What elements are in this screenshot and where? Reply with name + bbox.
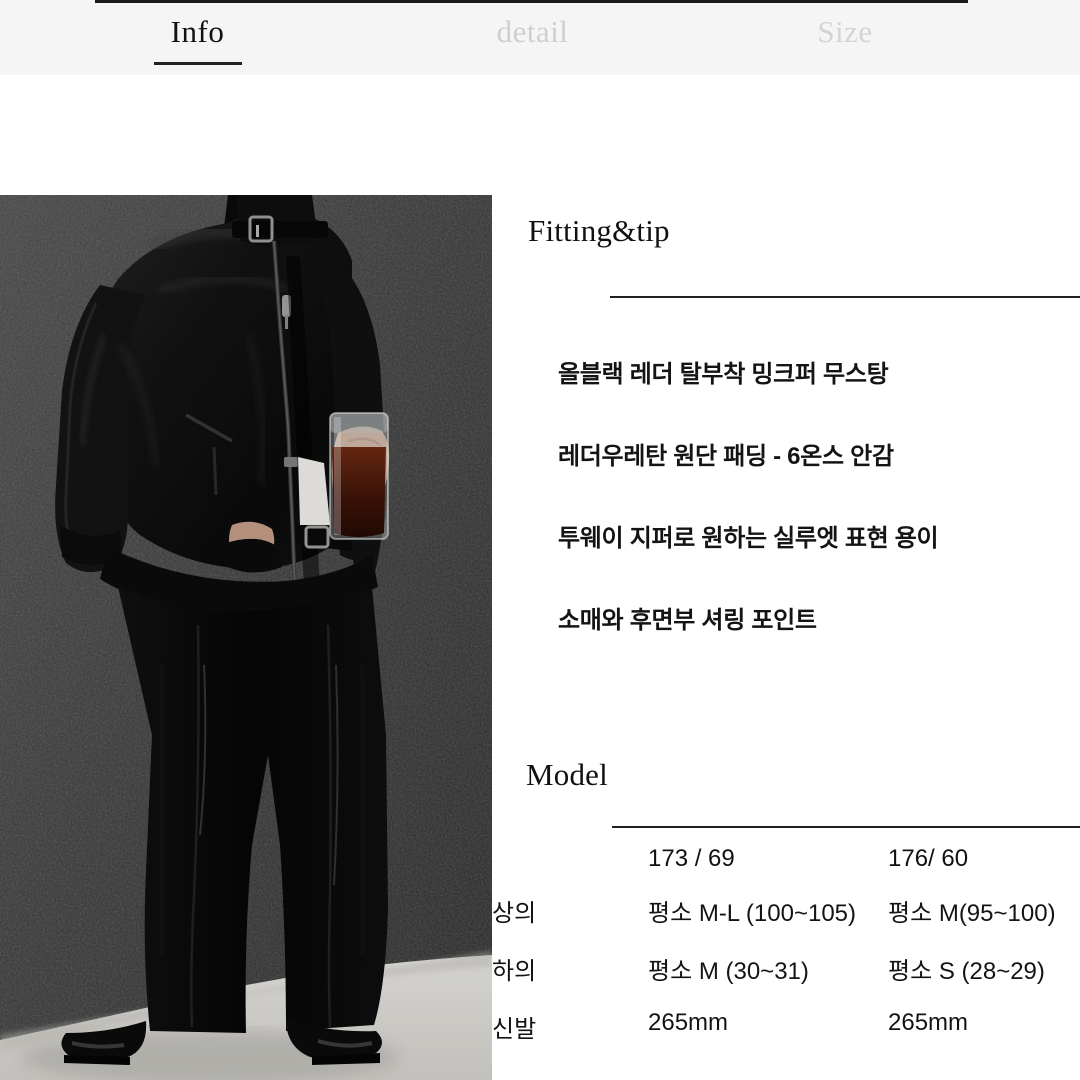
row-value-b: 265mm [888, 1009, 969, 1036]
tab-info-label: Info [170, 14, 225, 49]
row-value-a: 평소 M (30~31) [648, 958, 809, 985]
fitting-tip-line: 레더우레탄 원단 패딩 - 6온스 안감 [558, 443, 894, 470]
table-row: 하의 평소 M (30~31) 평소 S (28~29) [492, 951, 1080, 1009]
fitting-tip-list: 올블랙 레더 탈부착 밍크퍼 무스탕 레더우레탄 원단 패딩 - 6온스 안감 … [558, 360, 1078, 688]
tab-size-label: Size [817, 14, 873, 49]
tab-bar-top-border [95, 0, 968, 3]
row-value-b: 평소 M(95~100) [888, 900, 1056, 927]
row-label: 하의 [492, 958, 537, 985]
product-photo-image [0, 195, 492, 1080]
model-header-blank [492, 845, 648, 893]
tab-detail[interactable]: detail [435, 12, 630, 64]
row-value-a: 평소 M-L (100~105) [648, 900, 857, 927]
tab-active-underline [153, 62, 242, 65]
row-value-b: 평소 S (28~29) [888, 958, 1045, 985]
row-label: 상의 [492, 900, 537, 927]
model-size-table: 173 / 69 176/ 60 상의 평소 M-L (100~105) 평소 … [492, 845, 1080, 1067]
fitting-tip-line: 올블랙 레더 탈부착 밍크퍼 무스탕 [558, 361, 889, 388]
row-label: 신발 [492, 1016, 537, 1043]
tab-size[interactable]: Size [760, 12, 930, 64]
model-header-b: 176/ 60 [888, 845, 969, 872]
table-row: 신발 265mm 265mm [492, 1009, 1080, 1067]
model-header-a: 173 / 69 [648, 845, 735, 872]
tab-info[interactable]: Info [120, 12, 275, 65]
row-value-a: 265mm [648, 1009, 729, 1036]
fitting-tip-line: 투웨이 지퍼로 원하는 실루엣 표현 용이 [558, 525, 939, 552]
tab-bar: Info detail Size [0, 0, 1080, 75]
table-row: 상의 평소 M-L (100~105) 평소 M(95~100) [492, 893, 1080, 951]
fitting-tip-heading: Fitting&tip [528, 213, 670, 248]
fitting-tip-divider [610, 296, 1080, 298]
table-header-row: 173 / 69 176/ 60 [492, 845, 1080, 893]
product-photo [0, 195, 492, 1080]
tab-detail-label: detail [496, 14, 569, 49]
model-divider [612, 826, 1080, 828]
model-heading: Model [526, 757, 608, 792]
info-panel: Fitting&tip 올블랙 레더 탈부착 밍크퍼 무스탕 레더우레탄 원단 … [492, 195, 1080, 1080]
fitting-tip-line: 소매와 후면부 셔링 포인트 [558, 607, 817, 634]
